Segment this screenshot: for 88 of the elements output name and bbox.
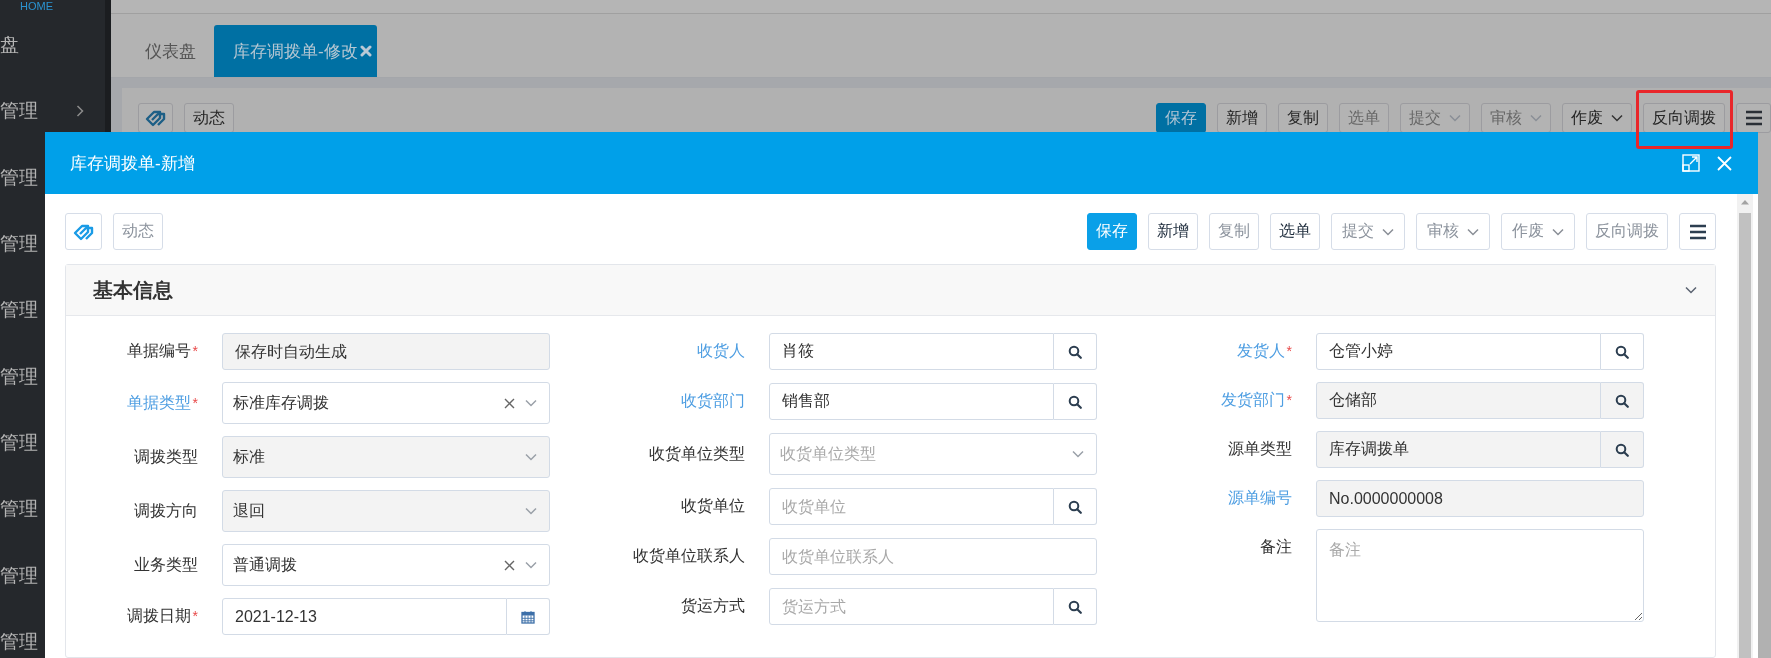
search-icon (1068, 394, 1082, 409)
field-label: 业务类型 (133, 554, 198, 575)
input-field[interactable]: 销售部 (769, 383, 1054, 420)
toolbar-button[interactable]: 选单 (1270, 213, 1320, 250)
maximize-icon[interactable] (1682, 154, 1700, 172)
dialog-title: 库存调拨单-新增 (70, 152, 195, 175)
field-label-link[interactable]: 单据类型* (78, 392, 198, 414)
menu-button[interactable] (1736, 103, 1771, 133)
scrollbar[interactable] (1737, 194, 1753, 658)
chevron-right-icon (76, 105, 84, 118)
tab[interactable]: 仪表盘 (128, 25, 210, 77)
input-field[interactable]: 仓管小婷 (1316, 333, 1601, 370)
caret-icon (1382, 227, 1394, 236)
field-label: 源单类型 (1227, 439, 1292, 459)
field-label: 调拨方向 (133, 500, 198, 521)
field-label: 备注 (1259, 537, 1292, 557)
chevron-down-icon (1072, 450, 1084, 458)
input-field[interactable]: 收货单位联系人 (769, 538, 1097, 575)
caret-icon (1530, 114, 1542, 122)
sidebar-item[interactable]: 管理 (0, 363, 38, 390)
search-icon (1068, 344, 1082, 359)
search-icon (1615, 393, 1629, 408)
tags-icon (144, 109, 167, 127)
select-field[interactable]: 普通调拨 (222, 544, 550, 586)
field-label: 收货单位类型 (648, 443, 745, 464)
search-button[interactable] (1054, 383, 1097, 420)
toolbar-button[interactable]: 新增 (1148, 213, 1198, 250)
field-label: 调拨类型 (133, 446, 198, 467)
close-icon[interactable] (1717, 155, 1732, 171)
search-icon (1615, 442, 1629, 457)
text-area[interactable]: 备注 (1316, 529, 1644, 622)
field-label-link[interactable]: 发货人* (1146, 341, 1292, 362)
field-label: 收货单位 (680, 496, 745, 516)
caret-icon (1552, 227, 1564, 236)
search-icon (1068, 499, 1082, 514)
select-field[interactable]: 标准库存调拨 (222, 382, 550, 424)
sidebar-item[interactable]: 管理 (0, 562, 38, 589)
menu-icon (1744, 110, 1763, 126)
sidebar-item[interactable]: 管理 (0, 429, 38, 456)
sidebar-item[interactable]: 盘 (0, 32, 19, 59)
search-button[interactable] (1601, 333, 1644, 370)
search-icon (1068, 599, 1082, 614)
field-label: 单据编号* (125, 341, 198, 361)
sidebar-item[interactable]: 管理 (0, 231, 38, 258)
search-button[interactable] (1054, 333, 1097, 370)
caret-icon (1611, 114, 1623, 122)
search-button[interactable] (1054, 588, 1097, 625)
input-field[interactable]: 收货单位 (769, 488, 1054, 525)
sidebar-item[interactable]: 管理 (0, 496, 38, 523)
calendar-icon (521, 609, 535, 624)
toolbar-button[interactable]: 新增 (1217, 103, 1267, 133)
caret-icon (1449, 114, 1461, 122)
brand-text: HOME (19, 0, 54, 12)
select-input[interactable]: 收货单位类型 (780, 445, 1062, 463)
search-icon (1615, 344, 1629, 359)
search-button[interactable] (1054, 488, 1097, 525)
toolbar-button[interactable]: 复制 (1278, 103, 1328, 133)
chevron-down-icon (525, 453, 537, 461)
caret-icon (1467, 227, 1479, 236)
input-field[interactable]: 货运方式 (769, 588, 1054, 625)
chevron-down-icon (525, 507, 537, 515)
tags-icon (72, 222, 95, 241)
close-icon (359, 45, 372, 57)
chevron-down-icon (525, 399, 537, 407)
field-label: 调拨日期* (125, 606, 198, 626)
toolbar-button[interactable]: 反向调拨 (1643, 103, 1725, 133)
select-input[interactable]: 普通调拨 (233, 556, 494, 574)
date-field[interactable]: 2021-12-13 (222, 598, 507, 635)
sidebar-item[interactable]: 管理 (0, 98, 84, 125)
arrow-up-icon (1740, 199, 1750, 205)
section-header[interactable]: 基本信息 (66, 265, 1715, 316)
menu-icon (1688, 223, 1707, 240)
tag-button[interactable] (138, 103, 173, 133)
select-field[interactable]: 收货单位类型 (769, 433, 1097, 475)
sidebar-item[interactable]: 管理 (0, 297, 38, 324)
toolbar-button[interactable]: 动态 (184, 103, 234, 133)
field-label: 货运方式 (680, 596, 745, 616)
select-input[interactable]: 标准库存调拨 (233, 394, 494, 412)
dropdown-button[interactable]: 作废 (1562, 103, 1632, 133)
calendar-button[interactable] (507, 598, 550, 635)
field-label: 收货单位联系人 (632, 546, 745, 566)
search-button[interactable] (1601, 431, 1644, 468)
search-button[interactable] (1601, 382, 1644, 419)
scrollbar-thumb[interactable] (1739, 213, 1751, 658)
sidebar-item[interactable]: 管理 (0, 628, 38, 655)
sidebar-item[interactable]: 管理 (0, 164, 38, 191)
input-field[interactable]: 肖筱 (769, 333, 1054, 370)
chevron-down-icon (525, 561, 537, 569)
